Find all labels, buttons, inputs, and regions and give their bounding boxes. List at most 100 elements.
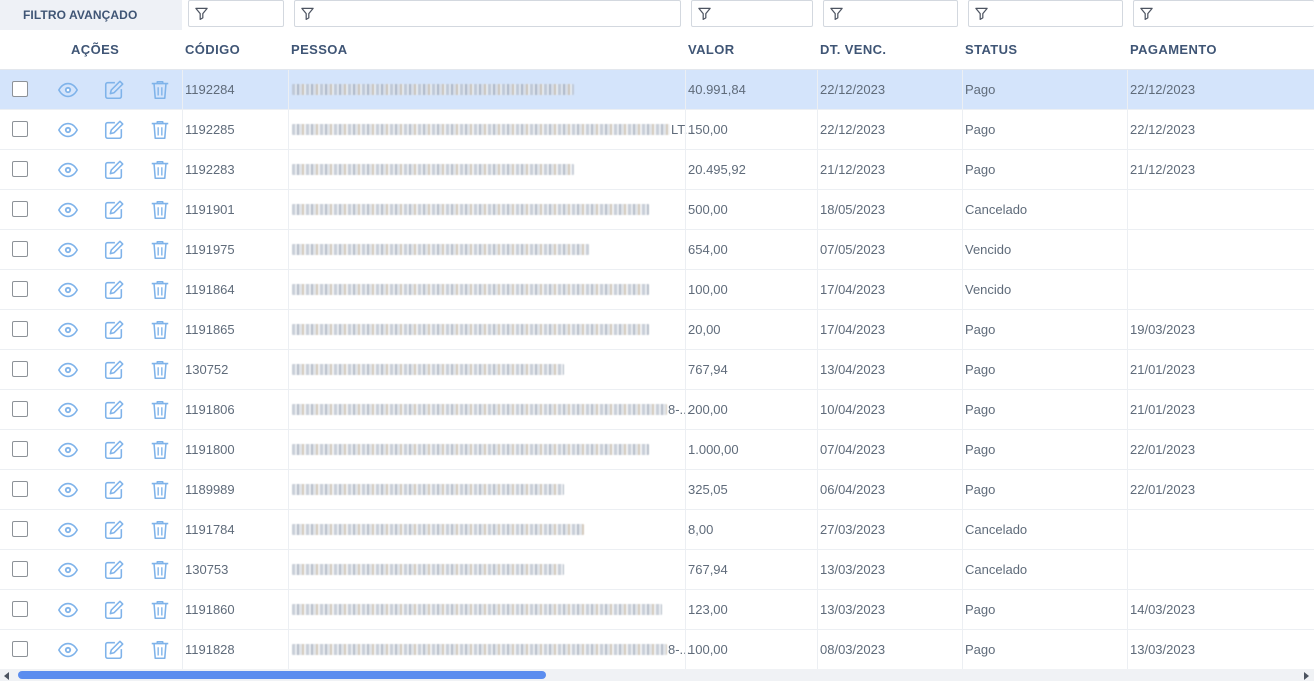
column-divider	[182, 510, 183, 549]
eye-icon[interactable]	[57, 359, 79, 381]
trash-icon[interactable]	[149, 479, 171, 501]
status-filter-input[interactable]	[968, 0, 1123, 27]
edit-icon[interactable]	[103, 559, 125, 581]
trash-icon[interactable]	[149, 239, 171, 261]
trash-icon[interactable]	[149, 119, 171, 141]
eye-icon[interactable]	[57, 559, 79, 581]
table-row[interactable]: 1191864 100,00 17/04/2023 Vencido	[0, 270, 1314, 310]
trash-icon[interactable]	[149, 279, 171, 301]
edit-icon[interactable]	[103, 479, 125, 501]
column-header-status[interactable]: STATUS	[965, 30, 1017, 69]
column-header-pessoa[interactable]: PESSOA	[291, 30, 348, 69]
advanced-filter-label[interactable]: FILTRO AVANÇADO	[0, 0, 182, 30]
table-row[interactable]: 1191901 500,00 18/05/2023 Cancelado	[0, 190, 1314, 230]
scroll-left-arrow-icon[interactable]	[4, 672, 9, 680]
column-header-codigo[interactable]: CÓDIGO	[185, 30, 240, 69]
trash-icon[interactable]	[149, 399, 171, 421]
table-row[interactable]: 1191800 1.000,00 07/04/2023 Pago 22/01/2023	[0, 430, 1314, 470]
trash-icon[interactable]	[149, 359, 171, 381]
edit-icon[interactable]	[103, 519, 125, 541]
table-row[interactable]: 1191860 123,00 13/03/2023 Pago 14/03/2023	[0, 590, 1314, 630]
eye-icon[interactable]	[57, 479, 79, 501]
row-select-checkbox[interactable]	[12, 361, 28, 377]
column-divider	[817, 590, 818, 629]
eye-icon[interactable]	[57, 279, 79, 301]
edit-icon[interactable]	[103, 79, 125, 101]
cell-codigo: 1192285	[185, 122, 235, 137]
table-row[interactable]: 1192283 20.495,92 21/12/2023 Pago 21/12/2023	[0, 150, 1314, 190]
trash-icon[interactable]	[149, 639, 171, 661]
row-select-checkbox[interactable]	[12, 121, 28, 137]
row-select-checkbox[interactable]	[12, 81, 28, 97]
table-row[interactable]: 1192285 LT... 150,00 22/12/2023 Pago 22/12/20…	[0, 110, 1314, 150]
row-select-checkbox[interactable]	[12, 601, 28, 617]
eye-icon[interactable]	[57, 199, 79, 221]
edit-icon[interactable]	[103, 319, 125, 341]
table-row[interactable]: 1191828 8-... 100,00 08/03/2023 Pago 13/03/20…	[0, 630, 1314, 670]
column-header-valor[interactable]: VALOR	[688, 30, 735, 69]
scroll-right-arrow-icon[interactable]	[1304, 672, 1309, 680]
column-divider	[1127, 510, 1128, 549]
column-divider	[962, 590, 963, 629]
row-select-checkbox[interactable]	[12, 281, 28, 297]
table-row[interactable]: 1191784 8,00 27/03/2023 Cancelado	[0, 510, 1314, 550]
trash-icon[interactable]	[149, 79, 171, 101]
edit-icon[interactable]	[103, 639, 125, 661]
row-select-checkbox[interactable]	[12, 521, 28, 537]
eye-icon[interactable]	[57, 439, 79, 461]
column-header-dt-venc[interactable]: DT. VENC.	[820, 30, 886, 69]
edit-icon[interactable]	[103, 399, 125, 421]
codigo-filter-input[interactable]	[188, 0, 284, 27]
eye-icon[interactable]	[57, 119, 79, 141]
eye-icon[interactable]	[57, 79, 79, 101]
eye-icon[interactable]	[57, 239, 79, 261]
table-row[interactable]: 130753 767,94 13/03/2023 Cancelado	[0, 550, 1314, 590]
trash-icon[interactable]	[149, 559, 171, 581]
column-divider	[288, 110, 289, 149]
column-divider	[182, 110, 183, 149]
pagamento-filter-input[interactable]	[1133, 0, 1314, 27]
trash-icon[interactable]	[149, 599, 171, 621]
edit-icon[interactable]	[103, 239, 125, 261]
pessoa-filter-input[interactable]	[294, 0, 681, 27]
row-select-checkbox[interactable]	[12, 201, 28, 217]
edit-icon[interactable]	[103, 599, 125, 621]
trash-icon[interactable]	[149, 319, 171, 341]
row-select-checkbox[interactable]	[12, 481, 28, 497]
row-select-checkbox[interactable]	[12, 321, 28, 337]
table-row[interactable]: 1192284 40.991,84 22/12/2023 Pago 22/12/2023	[0, 70, 1314, 110]
edit-icon[interactable]	[103, 119, 125, 141]
eye-icon[interactable]	[57, 319, 79, 341]
valor-filter-input[interactable]	[691, 0, 813, 27]
eye-icon[interactable]	[57, 639, 79, 661]
horizontal-scrollbar-thumb[interactable]	[18, 671, 546, 679]
edit-icon[interactable]	[103, 159, 125, 181]
column-header-pagamento[interactable]: PAGAMENTO	[1130, 30, 1217, 69]
table-row[interactable]: 1189989 325,05 06/04/2023 Pago 22/01/2023	[0, 470, 1314, 510]
edit-icon[interactable]	[103, 359, 125, 381]
row-select-checkbox[interactable]	[12, 441, 28, 457]
edit-icon[interactable]	[103, 279, 125, 301]
trash-icon[interactable]	[149, 439, 171, 461]
column-divider	[1127, 150, 1128, 189]
table-row[interactable]: 1191975 654,00 07/05/2023 Vencido	[0, 230, 1314, 270]
eye-icon[interactable]	[57, 159, 79, 181]
table-row[interactable]: 1191865 20,00 17/04/2023 Pago 19/03/2023	[0, 310, 1314, 350]
dt-venc-filter-input[interactable]	[823, 0, 958, 27]
edit-icon[interactable]	[103, 439, 125, 461]
table-row[interactable]: 1191806 8-... 200,00 10/04/2023 Pago 21/01/20…	[0, 390, 1314, 430]
row-select-checkbox[interactable]	[12, 561, 28, 577]
eye-icon[interactable]	[57, 599, 79, 621]
eye-icon[interactable]	[57, 399, 79, 421]
row-select-checkbox[interactable]	[12, 401, 28, 417]
row-select-checkbox[interactable]	[12, 161, 28, 177]
row-select-checkbox[interactable]	[12, 641, 28, 657]
row-select-checkbox[interactable]	[12, 241, 28, 257]
table-row[interactable]: 130752 767,94 13/04/2023 Pago 21/01/2023	[0, 350, 1314, 390]
trash-icon[interactable]	[149, 159, 171, 181]
column-divider	[1127, 350, 1128, 389]
trash-icon[interactable]	[149, 199, 171, 221]
edit-icon[interactable]	[103, 199, 125, 221]
trash-icon[interactable]	[149, 519, 171, 541]
eye-icon[interactable]	[57, 519, 79, 541]
